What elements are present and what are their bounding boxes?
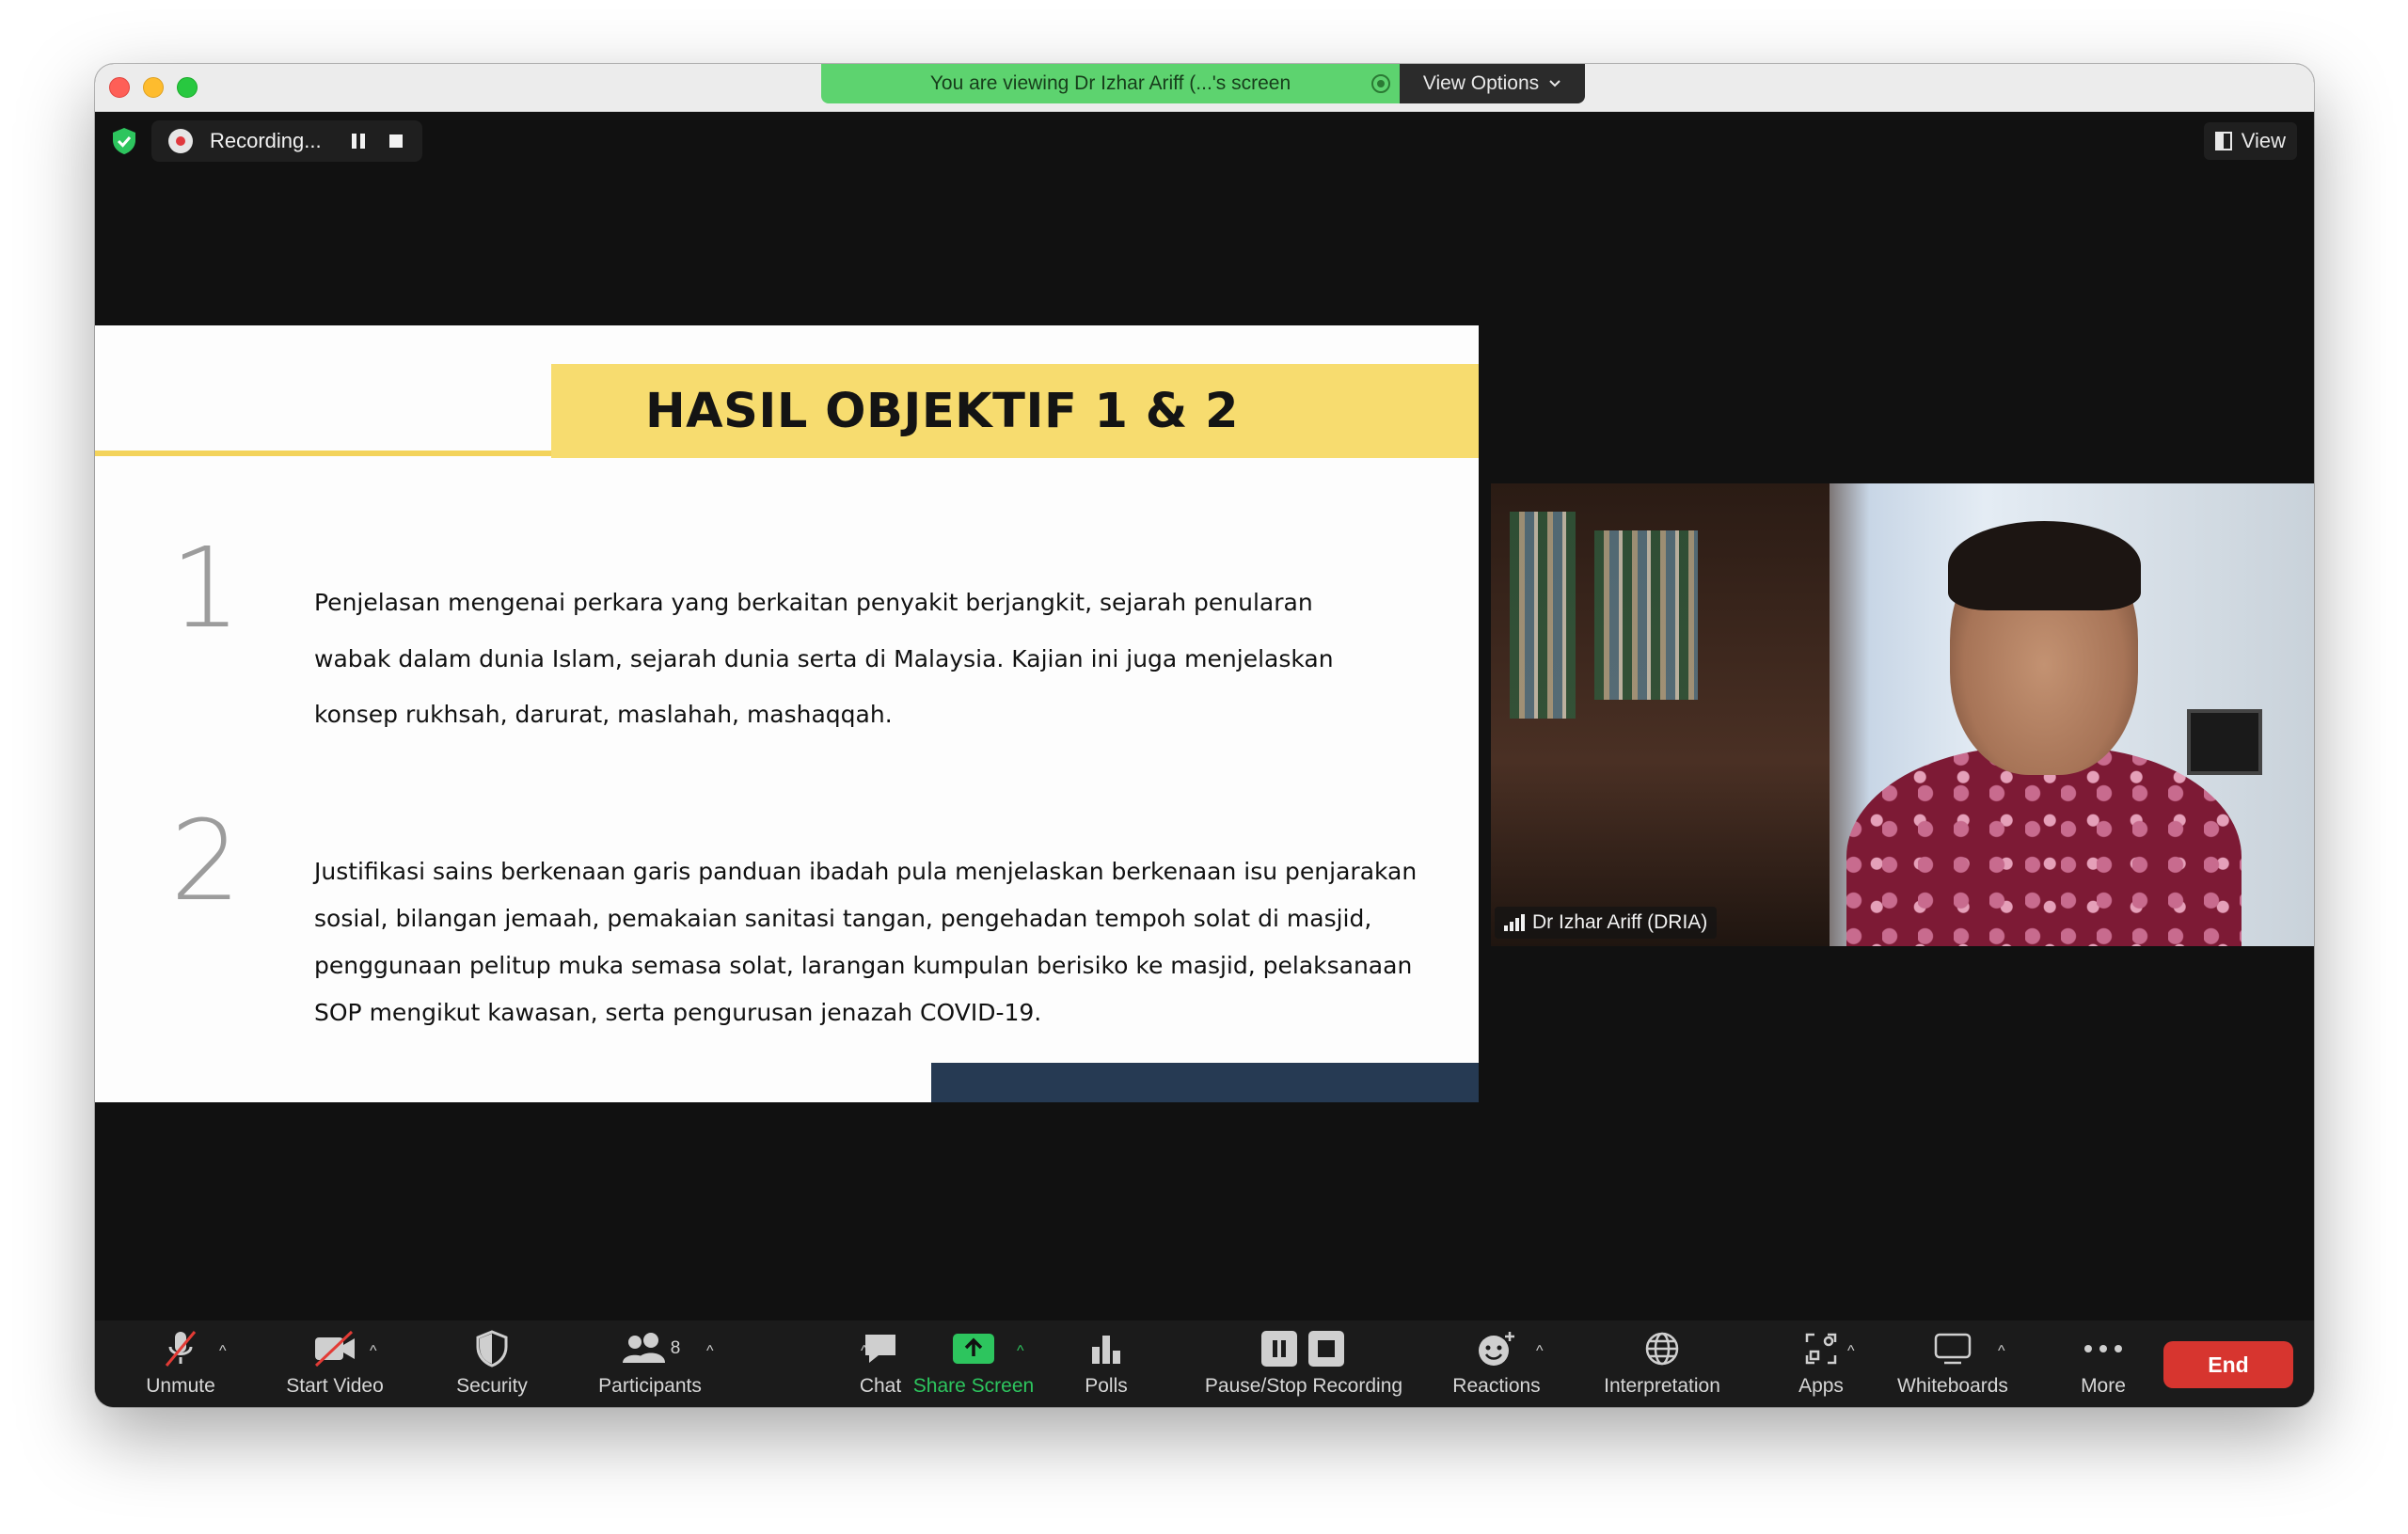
unmute-label: Unmute [146, 1375, 215, 1397]
background-books [1510, 512, 1576, 719]
more-button[interactable]: More [2061, 1321, 2146, 1407]
stop-recording-icon[interactable] [388, 134, 403, 148]
participants-options-chevron-icon[interactable]: ^ [706, 1343, 714, 1360]
slide-item-text-1: Penjelasan mengenai perkara yang berkait… [314, 589, 1334, 728]
close-window-button[interactable] [109, 77, 130, 98]
pause-recording-icon[interactable] [351, 134, 365, 149]
whiteboards-options-chevron-icon[interactable]: ^ [1998, 1343, 2005, 1360]
security-shield-outline-icon [475, 1328, 509, 1369]
view-button[interactable]: View [2203, 122, 2297, 160]
meeting-toolbar: Unmute ^ Start Video ^ Security 8 Partic… [95, 1321, 2314, 1407]
more-label: More [2081, 1375, 2126, 1397]
slide-item-number-2: 2 [170, 796, 242, 925]
recording-dot-icon [168, 129, 193, 153]
viewing-screen-banner: You are viewing Dr Izhar Ariff (...'s sc… [821, 64, 1400, 103]
security-label: Security [456, 1375, 528, 1397]
apps-icon [1803, 1328, 1839, 1369]
share-screen-options-chevron-icon[interactable]: ^ [1017, 1343, 1024, 1360]
reactions-button[interactable]: Reactions [1435, 1321, 1558, 1407]
polls-label: Polls [1085, 1375, 1128, 1397]
speaker-person [1846, 521, 2242, 946]
speaker-hair [1948, 521, 2141, 610]
shared-slide: HASIL OBJEKTIF 1 & 2 1 Penjelasan mengen… [95, 325, 1479, 1102]
whiteboard-icon [1933, 1328, 1972, 1369]
view-options-button[interactable]: View Options [1400, 64, 1585, 103]
end-label: End [2208, 1352, 2249, 1377]
apps-label: Apps [1798, 1375, 1844, 1397]
speaker-video-tile[interactable]: Dr Izhar Ariff (DRIA) [1491, 483, 2314, 946]
minimize-window-button[interactable] [143, 77, 164, 98]
signal-strength-icon [1504, 914, 1525, 931]
apps-options-chevron-icon[interactable]: ^ [1847, 1343, 1855, 1360]
recording-indicator: Recording... [151, 120, 422, 162]
interpretation-label: Interpretation [1604, 1375, 1720, 1397]
pause-stop-recording-icon [1261, 1328, 1346, 1369]
chat-options-chevron-icon[interactable]: ^ [861, 1343, 868, 1360]
slide-item-text-2: Justifikasi sains berkenaan garis pandua… [314, 858, 1418, 1026]
reactions-options-chevron-icon[interactable]: ^ [1536, 1343, 1544, 1360]
more-ellipsis-icon [2083, 1328, 2124, 1369]
pause-stop-recording-label: Pause/Stop Recording [1204, 1375, 1403, 1397]
video-options-chevron-icon[interactable]: ^ [370, 1343, 377, 1360]
pause-stop-recording-button[interactable]: Pause/Stop Recording [1191, 1321, 1417, 1407]
video-camera-off-icon [312, 1328, 357, 1369]
audio-options-chevron-icon[interactable]: ^ [219, 1343, 227, 1360]
speaker-shirt [1846, 747, 2242, 946]
interpretation-button[interactable]: Interpretation [1568, 1321, 1756, 1407]
view-button-label: View [2241, 129, 2286, 152]
zoom-window: You are viewing Dr Izhar Ariff (...'s sc… [95, 64, 2314, 1407]
end-meeting-button[interactable]: End [2163, 1341, 2293, 1388]
chat-label: Chat [859, 1375, 902, 1397]
participants-button[interactable]: 8 Participants [584, 1321, 716, 1407]
participants-icon: 8 [620, 1328, 681, 1369]
slide-title-bar: HASIL OBJEKTIF 1 & 2 [551, 364, 1479, 458]
start-video-button[interactable]: Start Video [264, 1321, 405, 1407]
chevron-down-icon [1549, 80, 1560, 87]
polls-bar-chart-icon [1089, 1328, 1123, 1369]
view-layout-icon [2214, 132, 2232, 150]
polls-button[interactable]: Polls [1064, 1321, 1149, 1407]
globe-icon [1643, 1328, 1681, 1369]
whiteboards-label: Whiteboards [1897, 1375, 2008, 1397]
background-monitor [2187, 709, 2262, 775]
fullscreen-window-button[interactable] [177, 77, 198, 98]
participants-count: 8 [670, 1338, 681, 1358]
security-shield-icon[interactable] [111, 127, 137, 155]
security-button[interactable]: Security [441, 1321, 543, 1407]
share-screen-label: Share Screen [912, 1375, 1035, 1397]
speaker-name-label: Dr Izhar Ariff (DRIA) [1495, 907, 1718, 939]
unmute-button[interactable]: Unmute [133, 1321, 229, 1407]
reactions-smiley-icon [1477, 1328, 1516, 1369]
slide-footer-bar [931, 1063, 1479, 1102]
participants-label: Participants [598, 1375, 702, 1397]
title-bar: You are viewing Dr Izhar Ariff (...'s sc… [95, 64, 2314, 112]
stop-viewing-icon[interactable] [1371, 74, 1390, 93]
share-screen-icon [952, 1328, 995, 1369]
viewing-screen-text: You are viewing Dr Izhar Ariff (...'s sc… [929, 72, 1291, 94]
background-books [1594, 530, 1698, 700]
view-options-label: View Options [1422, 72, 1540, 94]
slide-item-number-1: 1 [170, 523, 242, 653]
reactions-label: Reactions [1452, 1375, 1541, 1397]
start-video-label: Start Video [286, 1375, 384, 1397]
microphone-muted-icon [162, 1328, 199, 1369]
slide-title-underline [95, 451, 551, 456]
whiteboards-button[interactable]: Whiteboards [1882, 1321, 2023, 1407]
recording-label: Recording... [210, 129, 322, 152]
slide-title: HASIL OBJEKTIF 1 & 2 [645, 383, 1239, 439]
share-screen-button[interactable]: Share Screen [896, 1321, 1051, 1407]
speaker-name: Dr Izhar Ariff (DRIA) [1532, 911, 1708, 933]
apps-button[interactable]: Apps [1788, 1321, 1854, 1407]
